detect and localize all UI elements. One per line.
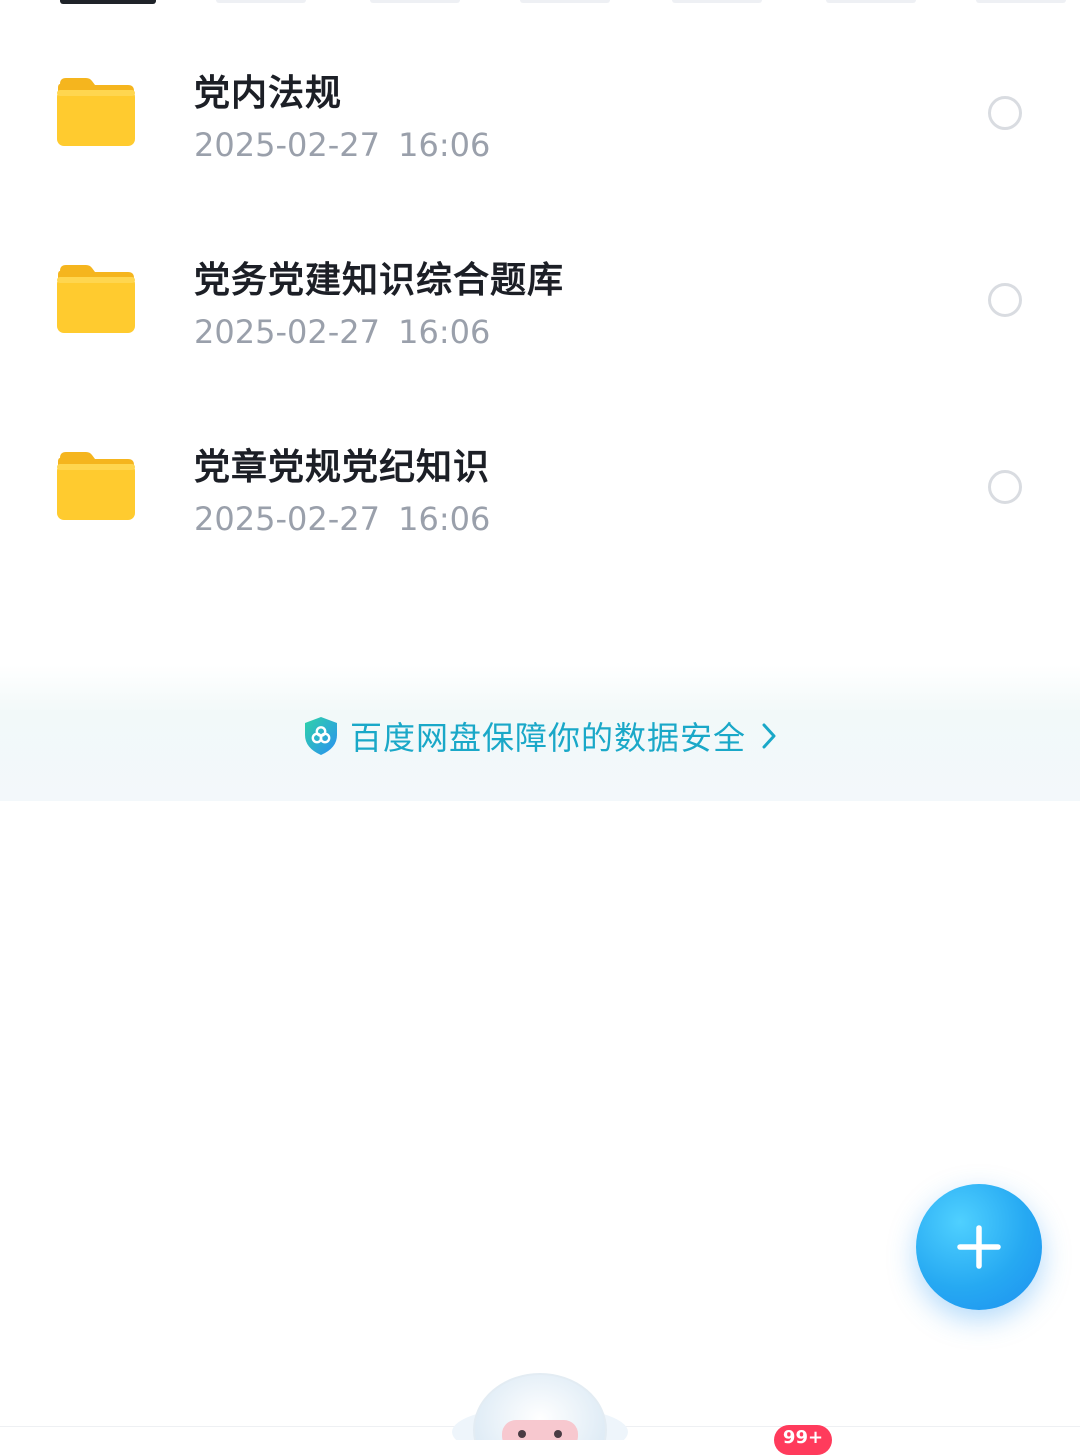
folder-icon bbox=[57, 78, 135, 146]
file-row[interactable]: 党务党建知识综合题库 2025-02-27 16:06 bbox=[0, 187, 1080, 374]
file-name: 党务党建知识综合题库 bbox=[194, 260, 565, 301]
select-checkbox[interactable] bbox=[988, 470, 1022, 504]
data-security-link[interactable]: 百度网盘保障你的数据安全 bbox=[302, 713, 778, 759]
chevron-right-icon bbox=[762, 723, 776, 749]
folder-icon bbox=[57, 452, 135, 520]
data-security-text: 百度网盘保障你的数据安全 bbox=[349, 719, 746, 757]
mascot-nav-item[interactable] bbox=[446, 1372, 634, 1440]
add-button[interactable] bbox=[916, 1184, 1042, 1310]
file-name: 党内法规 bbox=[194, 73, 343, 114]
file-row[interactable]: 党章党规党纪知识 2025-02-27 16:06 bbox=[0, 374, 1080, 561]
mascot-icon bbox=[452, 1373, 628, 1440]
select-checkbox[interactable] bbox=[988, 96, 1022, 130]
folder-icon bbox=[57, 265, 135, 333]
shield-icon bbox=[304, 717, 337, 755]
file-modified-time: 2025-02-27 16:06 bbox=[194, 500, 491, 538]
plus-icon bbox=[957, 1225, 1001, 1269]
file-row[interactable]: 党内法规 2025-02-27 16:06 bbox=[0, 0, 1080, 187]
file-modified-time: 2025-02-27 16:06 bbox=[194, 313, 491, 351]
file-name: 党章党规党纪知识 bbox=[194, 447, 491, 488]
file-modified-time: 2025-02-27 16:06 bbox=[194, 126, 491, 164]
notification-badge: 99+ bbox=[774, 1425, 832, 1455]
select-checkbox[interactable] bbox=[988, 283, 1022, 317]
data-security-banner[interactable]: 百度网盘保障你的数据安全 bbox=[0, 665, 1080, 801]
